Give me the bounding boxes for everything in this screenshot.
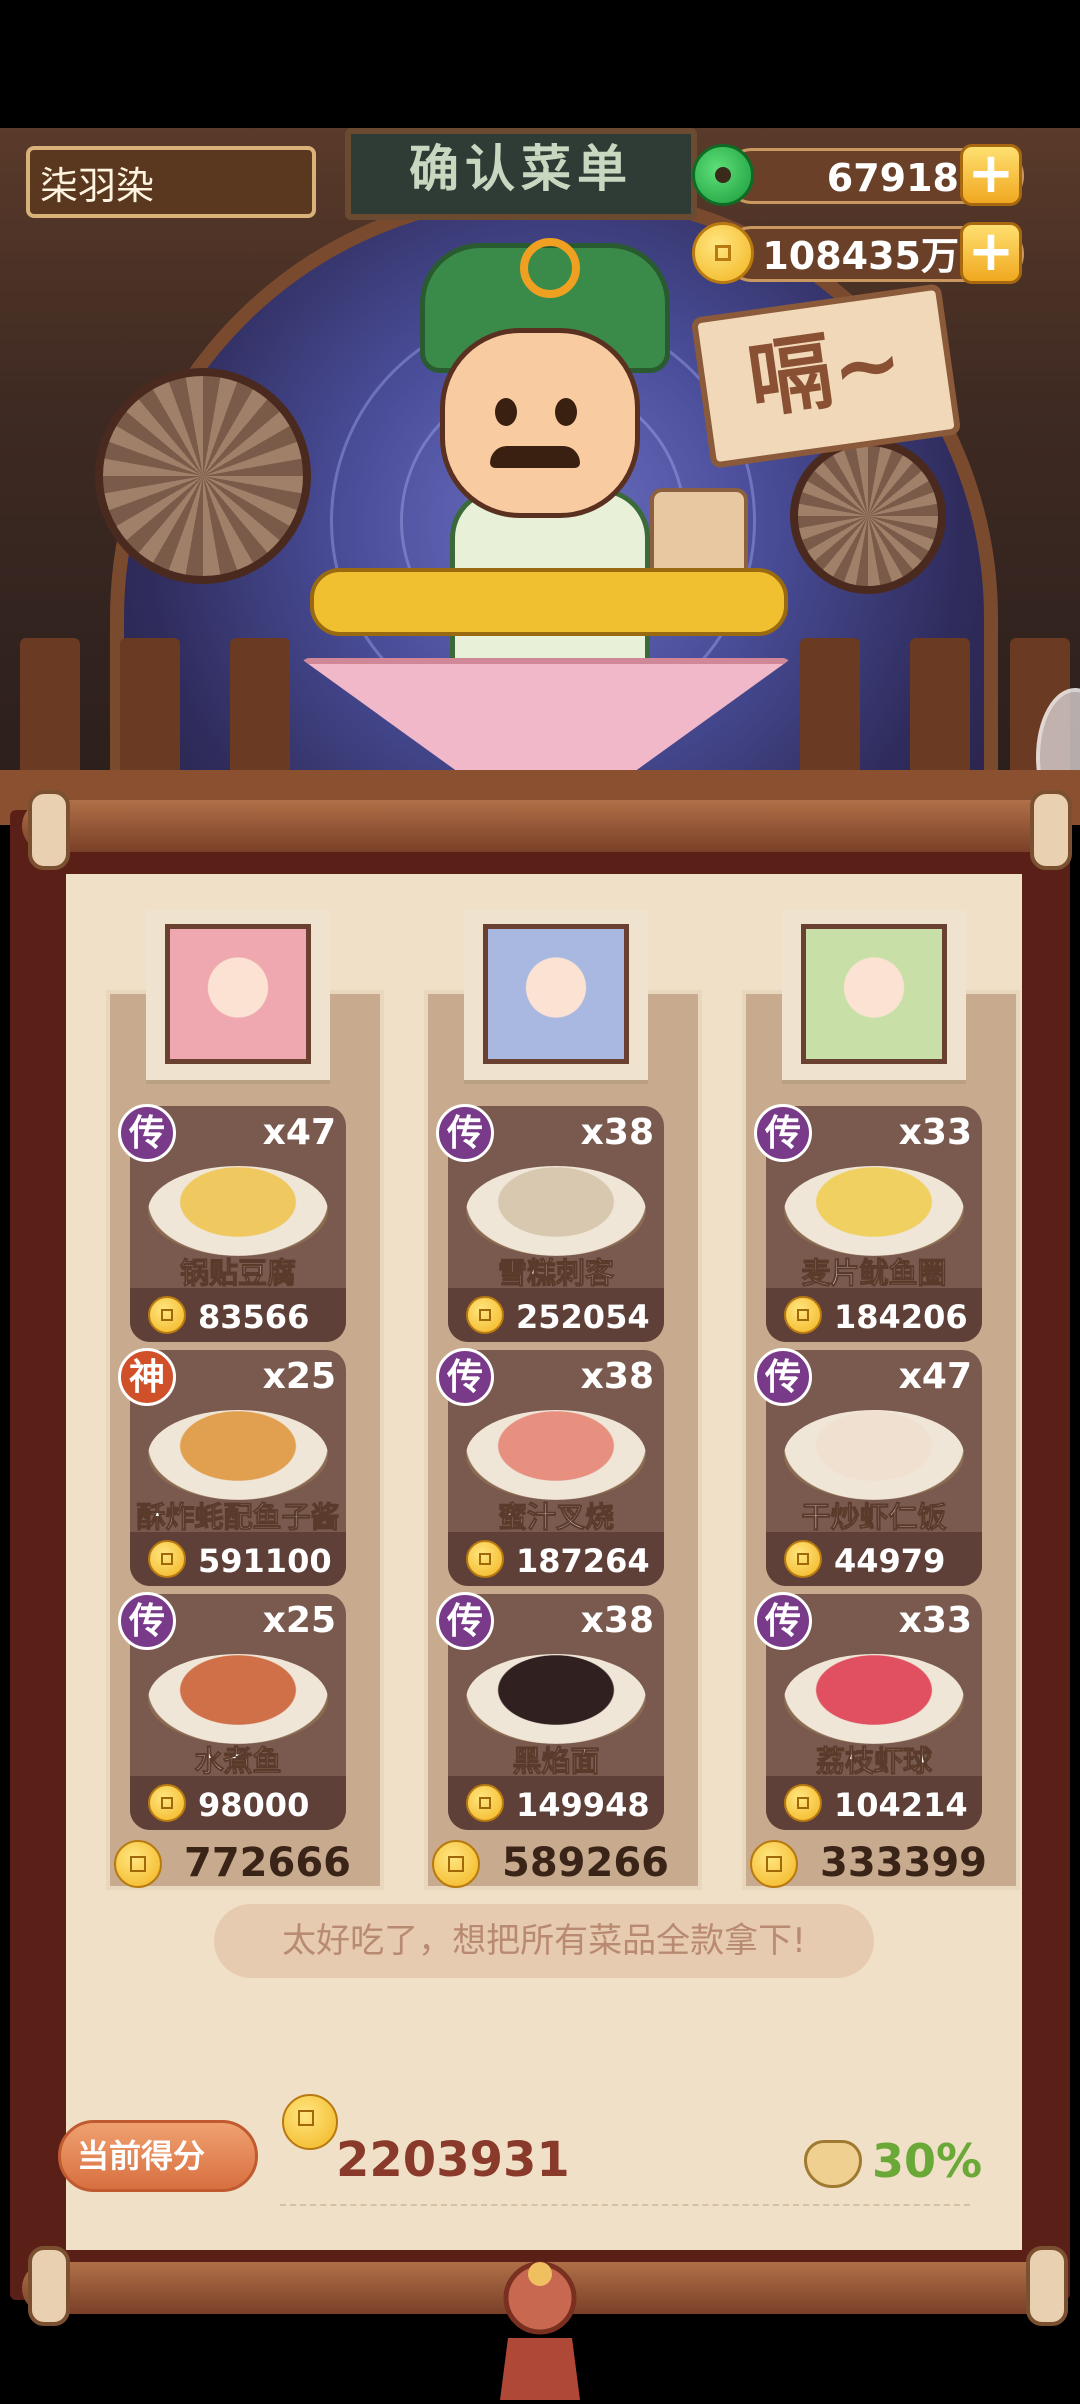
dish-quantity: x25 — [262, 1600, 336, 1641]
dish-price: 98000 — [198, 1786, 310, 1824]
column-total: 589266 — [502, 1840, 669, 1886]
coin-icon — [784, 1296, 822, 1334]
rarity-badge: 传 — [436, 1592, 494, 1650]
customer-avatar — [483, 924, 629, 1064]
dish-name: 干炒虾仁饭 — [801, 1500, 947, 1535]
customer-comment: 太好吃了，想把所有菜品全款拿下! — [214, 1904, 874, 1978]
dish-price: 83566 — [198, 1298, 310, 1336]
coin-icon — [432, 1840, 480, 1888]
dish-price: 252054 — [516, 1298, 650, 1336]
score-value: 2203931 — [336, 2132, 570, 2188]
dish-quantity: x38 — [580, 1112, 654, 1153]
score-coin-icon — [282, 2094, 338, 2150]
dish-price: 591100 — [198, 1542, 332, 1580]
dish-price: 149948 — [516, 1786, 650, 1824]
rarity-badge: 传 — [118, 1104, 176, 1162]
dish-image — [466, 1166, 646, 1256]
customer-avatar — [801, 924, 947, 1064]
bonus-percent: 30% — [872, 2134, 983, 2188]
dish-image — [148, 1654, 328, 1744]
dish-name: 水煮鱼 — [194, 1744, 282, 1779]
coin-icon — [784, 1540, 822, 1578]
rarity-badge: 传 — [754, 1104, 812, 1162]
current-score-button[interactable]: 当前得分 — [58, 2120, 258, 2192]
dish-image — [148, 1410, 328, 1500]
dish-image — [466, 1410, 646, 1500]
coin-icon — [148, 1784, 186, 1822]
scroll-knob-left-top — [28, 790, 70, 870]
dish-price: 184206 — [834, 1298, 968, 1336]
throne-rail — [310, 568, 788, 636]
column-total: 333399 — [820, 1840, 987, 1886]
eye-right — [555, 398, 577, 426]
coin-icon — [148, 1296, 186, 1334]
rarity-badge: 神 — [118, 1348, 176, 1406]
dish-price: 104214 — [834, 1786, 968, 1824]
dish-quantity: x47 — [898, 1356, 972, 1397]
knot-tassel-icon — [480, 2258, 600, 2400]
dish-price: 44979 — [834, 1542, 946, 1580]
coin-icon — [784, 1784, 822, 1822]
fan-left-icon — [95, 368, 311, 584]
dish-image — [148, 1166, 328, 1256]
scroll-knob-right-top — [1030, 790, 1072, 870]
dish-quantity: x38 — [580, 1356, 654, 1397]
rarity-badge: 传 — [436, 1104, 494, 1162]
coin-icon — [466, 1296, 504, 1334]
dish-image — [784, 1410, 964, 1500]
scroll-knob-left-bottom — [28, 2246, 70, 2326]
rarity-badge: 传 — [754, 1348, 812, 1406]
dish-quantity: x38 — [580, 1600, 654, 1641]
dish-quantity: x47 — [262, 1112, 336, 1153]
scroll-rod-top — [22, 800, 1058, 852]
jade-icon — [692, 144, 754, 206]
rarity-badge: 传 — [118, 1592, 176, 1650]
dish-name: 蜜汁叉烧 — [497, 1500, 614, 1535]
eye-left — [495, 398, 517, 426]
scroll-knob-right-bottom — [1026, 2246, 1068, 2326]
dish-name: 黑焰面 — [512, 1744, 600, 1779]
customer-avatar — [165, 924, 311, 1064]
coin-icon — [692, 222, 754, 284]
dish-quantity: x25 — [262, 1356, 336, 1397]
player-name: 柒羽染 — [26, 146, 316, 218]
add-coin-button[interactable]: + — [960, 222, 1022, 284]
dish-name: 锅贴豆腐 — [179, 1256, 296, 1291]
dish-price: 187264 — [516, 1542, 650, 1580]
customer-head — [440, 328, 640, 518]
score-divider — [280, 2204, 970, 2206]
status-bar-area — [0, 0, 1080, 128]
hat-ornament-icon — [520, 238, 580, 298]
dish-quantity: x33 — [898, 1600, 972, 1641]
coin-icon — [466, 1784, 504, 1822]
rarity-badge: 传 — [754, 1592, 812, 1650]
dish-name: 酥炸蚝配鱼子酱 — [136, 1500, 340, 1535]
dish-image — [784, 1166, 964, 1256]
dish-name: 雪糕刺客 — [497, 1256, 614, 1291]
coin-icon — [114, 1840, 162, 1888]
fan-right-icon — [790, 438, 946, 594]
menu-confirm-sign: 确认菜单 — [345, 128, 697, 220]
coin-icon — [750, 1840, 798, 1888]
column-total: 772666 — [184, 1840, 351, 1886]
rarity-badge: 传 — [436, 1348, 494, 1406]
dish-quantity: x33 — [898, 1112, 972, 1153]
coin-icon — [466, 1540, 504, 1578]
dish-name: 麦片鱿鱼圈 — [801, 1256, 947, 1291]
mustache — [490, 446, 580, 468]
dish-image — [784, 1654, 964, 1744]
dish-image — [466, 1654, 646, 1744]
coin-icon — [148, 1540, 186, 1578]
add-jade-button[interactable]: + — [960, 144, 1022, 206]
dish-name: 荔枝虾球 — [815, 1744, 932, 1779]
